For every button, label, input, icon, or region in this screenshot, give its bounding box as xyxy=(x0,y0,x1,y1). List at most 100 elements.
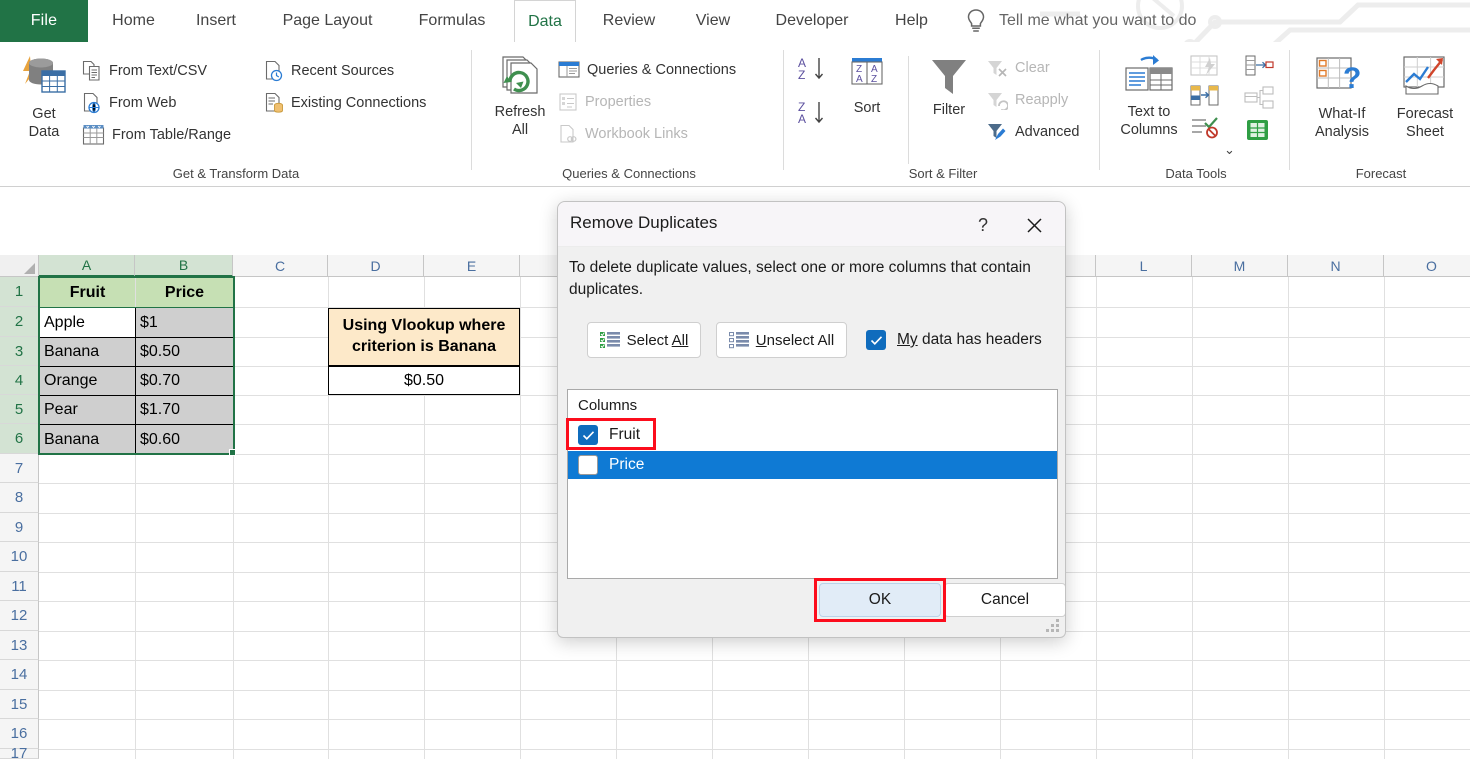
column-list-item-fruit[interactable]: Fruit xyxy=(568,421,1057,449)
fill-handle[interactable] xyxy=(229,449,236,456)
queries-connections-label: Queries & Connections xyxy=(587,62,737,78)
row-header-15[interactable]: 15 xyxy=(0,690,39,719)
text-to-columns-button[interactable]: Text to Columns xyxy=(1110,54,1188,139)
data-tools-more-chevron-icon[interactable]: ⌄ xyxy=(1224,142,1235,158)
cell-B2[interactable]: $1 xyxy=(136,308,233,337)
sort-button[interactable]: Z A A Z Sort xyxy=(836,54,898,117)
tab-file[interactable]: File xyxy=(0,0,88,42)
what-if-analysis-button[interactable]: ? What-If Analysis xyxy=(1300,54,1384,141)
cancel-button[interactable]: Cancel xyxy=(944,583,1065,617)
recent-sources-button[interactable]: Recent Sources xyxy=(264,60,394,82)
row-header-1[interactable]: 1 xyxy=(0,277,39,307)
column-header-E[interactable]: E xyxy=(424,255,520,277)
headers-checkbox-label: My data has headers xyxy=(897,331,1042,348)
row-header-17[interactable]: 17 xyxy=(0,745,39,759)
from-web-button[interactable]: From Web xyxy=(82,92,176,114)
forecast-sheet-button[interactable]: Forecast Sheet xyxy=(1388,54,1462,141)
recent-sources-icon xyxy=(265,60,283,82)
column-header-B[interactable]: B xyxy=(135,255,233,277)
tab-data[interactable]: Data xyxy=(514,0,576,42)
row-header-13[interactable]: 13 xyxy=(0,631,39,660)
select-all-corner[interactable] xyxy=(0,255,39,277)
tab-help[interactable]: Help xyxy=(880,0,943,42)
row-header-6[interactable]: 6 xyxy=(0,424,39,454)
fruit-checkbox[interactable] xyxy=(578,425,598,445)
column-header-O[interactable]: O xyxy=(1384,255,1470,277)
column-header-N[interactable]: N xyxy=(1288,255,1384,277)
row-header-5[interactable]: 5 xyxy=(0,395,39,424)
column-header-L[interactable]: L xyxy=(1096,255,1192,277)
row-header-4[interactable]: 4 xyxy=(0,366,39,395)
select-all-button[interactable]: Select All xyxy=(587,322,701,358)
cell-B4[interactable]: $0.70 xyxy=(136,367,233,395)
my-data-has-headers-checkbox[interactable]: My data has headers xyxy=(866,330,1042,350)
tab-home[interactable]: Home xyxy=(96,0,171,42)
cell-B5[interactable]: $1.70 xyxy=(136,396,233,424)
clear-filter-label: Clear xyxy=(1015,60,1050,76)
tab-developer[interactable]: Developer xyxy=(754,0,870,42)
column-header-M[interactable]: M xyxy=(1192,255,1288,277)
tab-review[interactable]: Review xyxy=(586,0,672,42)
cell-B3[interactable]: $0.50 xyxy=(136,338,233,366)
tell-me-search[interactable]: Tell me what you want to do xyxy=(965,0,1196,42)
filter-button[interactable]: Filter xyxy=(916,54,982,119)
get-data-button[interactable]: Get Data xyxy=(8,54,80,141)
reapply-filter-label: Reapply xyxy=(1015,92,1069,108)
dialog-help-button[interactable]: ? xyxy=(967,210,999,240)
dialog-resize-grip[interactable] xyxy=(1046,619,1060,633)
relationships-button[interactable] xyxy=(1244,86,1274,110)
row-header-7[interactable]: 7 xyxy=(0,454,39,483)
advanced-filter-button[interactable]: Advanced xyxy=(986,122,1080,142)
ribbon-group-data-tools: Text to Columns ⌄ Data Tools xyxy=(1102,42,1290,187)
close-x-icon xyxy=(1026,217,1042,233)
column-header-A[interactable]: A xyxy=(39,255,135,277)
group-title-get-transform: Get & Transform Data xyxy=(172,166,300,181)
row-header-10[interactable]: 10 xyxy=(0,542,39,572)
cell-A2[interactable]: Apple xyxy=(40,308,135,337)
headers-checkbox-box[interactable] xyxy=(866,330,886,350)
price-checkbox[interactable] xyxy=(578,455,598,475)
row-header-14[interactable]: 14 xyxy=(0,660,39,690)
cell-A3[interactable]: Banana xyxy=(40,338,135,366)
existing-connections-button[interactable]: Existing Connections xyxy=(264,92,426,114)
refresh-all-button[interactable]: Refresh All xyxy=(484,54,556,139)
row-header-12[interactable]: 12 xyxy=(0,601,39,631)
remove-duplicates-button[interactable] xyxy=(1190,84,1220,108)
from-table-range-button[interactable]: From Table/Range xyxy=(82,124,231,146)
unselect-all-button[interactable]: Unselect All xyxy=(716,322,847,358)
tab-page-layout[interactable]: Page Layout xyxy=(261,0,394,42)
row-header-3[interactable]: 3 xyxy=(0,337,39,366)
columns-list-box[interactable]: Columns Fruit Price xyxy=(567,389,1058,579)
manage-data-model-button[interactable] xyxy=(1244,118,1272,142)
svg-text:?: ? xyxy=(1343,62,1361,95)
dialog-title-bar[interactable]: Remove Duplicates ? xyxy=(558,202,1065,247)
vlookup-note-cell[interactable]: Using Vlookup where criterion is Banana xyxy=(328,308,520,366)
cell-A6[interactable]: Banana xyxy=(40,425,135,454)
flash-fill-button[interactable] xyxy=(1190,54,1220,78)
queries-connections-button[interactable]: Queries & Connections xyxy=(558,60,736,80)
tab-view[interactable]: View xyxy=(682,0,744,42)
sort-descending-button[interactable]: Z A xyxy=(796,98,832,128)
cell-A4[interactable]: Orange xyxy=(40,367,135,395)
consolidate-button[interactable] xyxy=(1244,54,1274,78)
row-header-2[interactable]: 2 xyxy=(0,307,39,337)
column-header-D[interactable]: D xyxy=(328,255,424,277)
ok-button[interactable]: OK xyxy=(819,583,941,617)
cell-A5[interactable]: Pear xyxy=(40,396,135,424)
row-header-8[interactable]: 8 xyxy=(0,483,39,513)
column-list-item-price[interactable]: Price xyxy=(568,451,1057,479)
vlookup-result-cell[interactable]: $0.50 xyxy=(328,366,520,395)
sort-ascending-button[interactable]: A Z xyxy=(796,54,832,84)
column-header-C[interactable]: C xyxy=(233,255,328,277)
tab-formulas[interactable]: Formulas xyxy=(400,0,504,42)
dialog-close-button[interactable] xyxy=(1015,210,1053,240)
from-text-csv-button[interactable]: From Text/CSV xyxy=(82,60,207,82)
cell-B1[interactable]: Price xyxy=(136,278,233,307)
tab-insert[interactable]: Insert xyxy=(181,0,251,42)
unselect-all-icon xyxy=(728,332,749,349)
cell-B6[interactable]: $0.60 xyxy=(136,425,233,454)
row-header-9[interactable]: 9 xyxy=(0,513,39,542)
data-validation-button[interactable] xyxy=(1190,116,1220,140)
cell-A1[interactable]: Fruit xyxy=(40,278,135,307)
row-header-11[interactable]: 11 xyxy=(0,572,39,601)
